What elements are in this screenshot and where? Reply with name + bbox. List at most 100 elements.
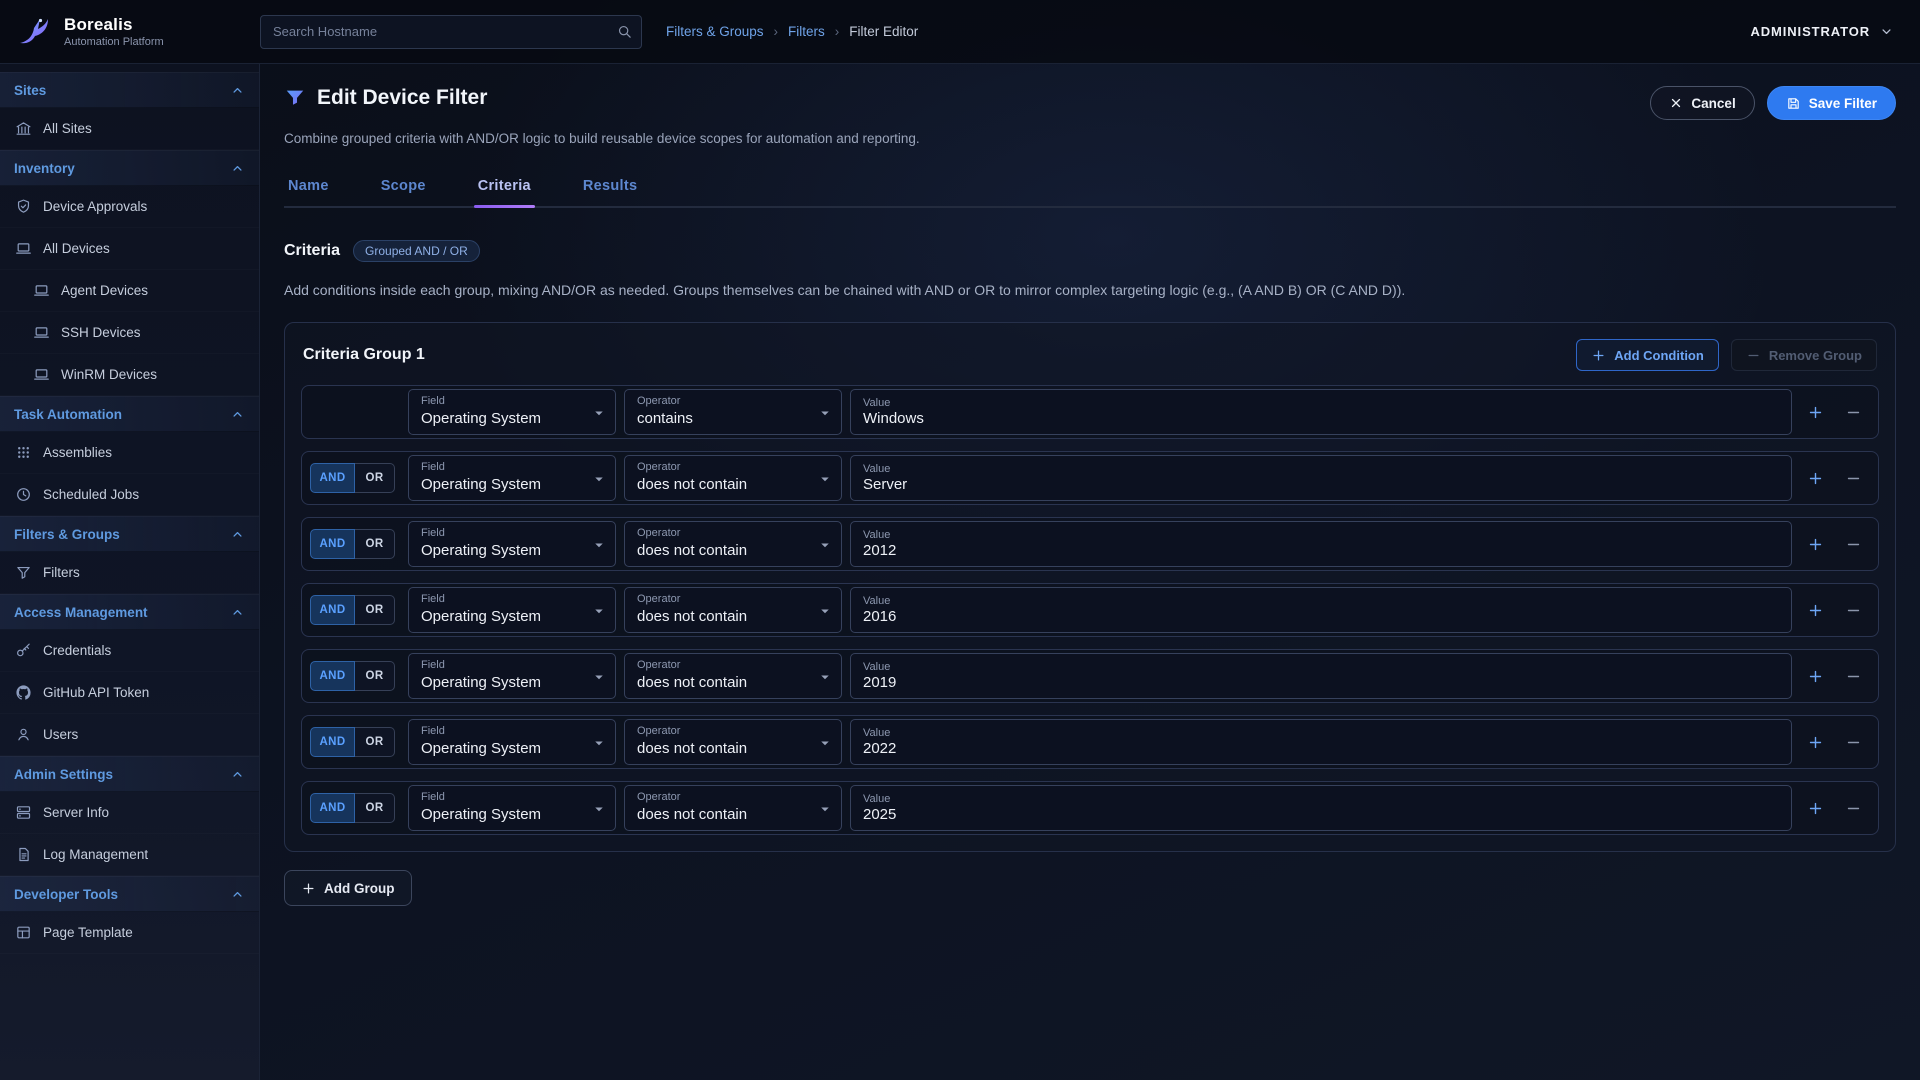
sidebar-item-winrm-devices[interactable]: WinRM Devices xyxy=(0,354,259,396)
value-field: Value xyxy=(850,785,1792,831)
sidebar-item-all-devices[interactable]: All Devices xyxy=(0,228,259,270)
sidebar-item-log-management[interactable]: Log Management xyxy=(0,834,259,876)
breadcrumb-item[interactable]: Filters xyxy=(788,24,825,39)
brand[interactable]: Borealis Automation Platform xyxy=(0,11,260,53)
tab-scope[interactable]: Scope xyxy=(377,178,430,206)
value-input[interactable] xyxy=(863,674,1779,691)
breadcrumb-item[interactable]: Filters & Groups xyxy=(666,24,764,39)
sidebar-section-label: Inventory xyxy=(14,161,75,176)
sidebar-section-header[interactable]: Task Automation xyxy=(0,396,259,432)
add-group-button[interactable]: Add Group xyxy=(284,870,412,906)
user-menu[interactable]: ADMINISTRATOR xyxy=(1750,24,1920,39)
cancel-button-label: Cancel xyxy=(1691,96,1735,111)
remove-condition-row-button[interactable] xyxy=(1838,793,1868,823)
field-select[interactable]: Field Operating System xyxy=(408,521,616,567)
and-toggle-button[interactable]: AND xyxy=(310,463,355,493)
remove-group-button[interactable]: Remove Group xyxy=(1731,339,1877,371)
add-condition-row-button[interactable] xyxy=(1800,397,1830,427)
template-icon xyxy=(14,924,32,941)
value-input[interactable] xyxy=(863,476,1779,493)
and-toggle-button[interactable]: AND xyxy=(310,661,355,691)
page-header: Edit Device Filter Cancel Save Filter xyxy=(284,86,1896,120)
or-toggle-button[interactable]: OR xyxy=(355,463,395,493)
sidebar-item-users[interactable]: Users xyxy=(0,714,259,756)
cancel-button[interactable]: Cancel xyxy=(1650,86,1754,120)
and-toggle-button[interactable]: AND xyxy=(310,727,355,757)
sidebar-item-assemblies[interactable]: Assemblies xyxy=(0,432,259,474)
sidebar-item-credentials[interactable]: Credentials xyxy=(0,630,259,672)
add-condition-row-button[interactable] xyxy=(1800,661,1830,691)
operator-select[interactable]: Operator does not contain xyxy=(624,455,842,501)
or-toggle-button[interactable]: OR xyxy=(355,529,395,559)
value-input[interactable] xyxy=(863,806,1779,823)
operator-select[interactable]: Operator does not contain xyxy=(624,653,842,699)
field-select[interactable]: Field Operating System xyxy=(408,455,616,501)
value-input[interactable] xyxy=(863,740,1779,757)
sidebar-section-header[interactable]: Developer Tools xyxy=(0,876,259,912)
value-input[interactable] xyxy=(863,542,1779,559)
sidebar-section-header[interactable]: Access Management xyxy=(0,594,259,630)
sidebar-item-ssh-devices[interactable]: SSH Devices xyxy=(0,312,259,354)
sidebar-item-device-approvals[interactable]: Device Approvals xyxy=(0,186,259,228)
sidebar-item-all-sites[interactable]: All Sites xyxy=(0,108,259,150)
remove-condition-row-button[interactable] xyxy=(1838,463,1868,493)
add-condition-row-button[interactable] xyxy=(1800,793,1830,823)
save-filter-button[interactable]: Save Filter xyxy=(1767,86,1896,120)
breadcrumb-item: Filter Editor xyxy=(849,24,918,39)
operator-select[interactable]: Operator does not contain xyxy=(624,785,842,831)
remove-condition-row-button[interactable] xyxy=(1838,595,1868,625)
value-input[interactable] xyxy=(863,608,1779,625)
or-toggle-button[interactable]: OR xyxy=(355,595,395,625)
plus-icon xyxy=(1591,348,1606,363)
field-select[interactable]: Field Operating System xyxy=(408,719,616,765)
sidebar-section-header[interactable]: Filters & Groups xyxy=(0,516,259,552)
tab-results[interactable]: Results xyxy=(579,178,641,206)
sidebar-item-page-template[interactable]: Page Template xyxy=(0,912,259,954)
remove-condition-row-button[interactable] xyxy=(1838,529,1868,559)
or-toggle-button[interactable]: OR xyxy=(355,661,395,691)
sidebar-item-server-info[interactable]: Server Info xyxy=(0,792,259,834)
sidebar-section-header[interactable]: Admin Settings xyxy=(0,756,259,792)
value-input[interactable] xyxy=(863,410,1779,427)
operator-select[interactable]: Operator does not contain xyxy=(624,719,842,765)
dropdown-arrow-icon xyxy=(816,470,834,493)
search-hostname-input[interactable] xyxy=(260,15,642,49)
or-toggle-button[interactable]: OR xyxy=(355,793,395,823)
sidebar-section-header[interactable]: Sites xyxy=(0,72,259,108)
remove-condition-row-button[interactable] xyxy=(1838,727,1868,757)
add-condition-row-button[interactable] xyxy=(1800,463,1830,493)
criteria-heading-row: Criteria Grouped AND / OR xyxy=(284,240,1896,262)
field-select[interactable]: Field Operating System xyxy=(408,653,616,699)
sidebar-item-scheduled-jobs[interactable]: Scheduled Jobs xyxy=(0,474,259,516)
field-select[interactable]: Field Operating System xyxy=(408,785,616,831)
tab-name[interactable]: Name xyxy=(284,178,333,206)
sidebar-item-filters[interactable]: Filters xyxy=(0,552,259,594)
operator-select[interactable]: Operator does not contain xyxy=(624,521,842,567)
operator-label: Operator xyxy=(637,461,829,475)
search-icon xyxy=(616,23,633,40)
main-content: Edit Device Filter Cancel Save Filter Co… xyxy=(260,64,1920,1080)
operator-select[interactable]: Operator does not contain xyxy=(624,587,842,633)
add-condition-row-button[interactable] xyxy=(1800,529,1830,559)
and-toggle-button[interactable]: AND xyxy=(310,529,355,559)
add-condition-button[interactable]: Add Condition xyxy=(1576,339,1719,371)
sidebar-item-github-api-token[interactable]: GitHub API Token xyxy=(0,672,259,714)
operator-select[interactable]: Operator contains xyxy=(624,389,842,435)
remove-condition-row-button[interactable] xyxy=(1838,397,1868,427)
sidebar-section-label: Access Management xyxy=(14,605,148,620)
sidebar-item-agent-devices[interactable]: Agent Devices xyxy=(0,270,259,312)
and-toggle-button[interactable]: AND xyxy=(310,595,355,625)
field-value: Operating System xyxy=(421,475,603,495)
sidebar-section-header[interactable]: Inventory xyxy=(0,150,259,186)
add-condition-row-button[interactable] xyxy=(1800,595,1830,625)
dropdown-arrow-icon xyxy=(590,800,608,823)
field-select[interactable]: Field Operating System xyxy=(408,389,616,435)
add-condition-row-button[interactable] xyxy=(1800,727,1830,757)
sidebar-item-label: Filters xyxy=(43,565,80,580)
remove-condition-row-button[interactable] xyxy=(1838,661,1868,691)
plus-icon xyxy=(1807,734,1824,751)
and-toggle-button[interactable]: AND xyxy=(310,793,355,823)
field-select[interactable]: Field Operating System xyxy=(408,587,616,633)
or-toggle-button[interactable]: OR xyxy=(355,727,395,757)
tab-criteria[interactable]: Criteria xyxy=(474,178,535,206)
